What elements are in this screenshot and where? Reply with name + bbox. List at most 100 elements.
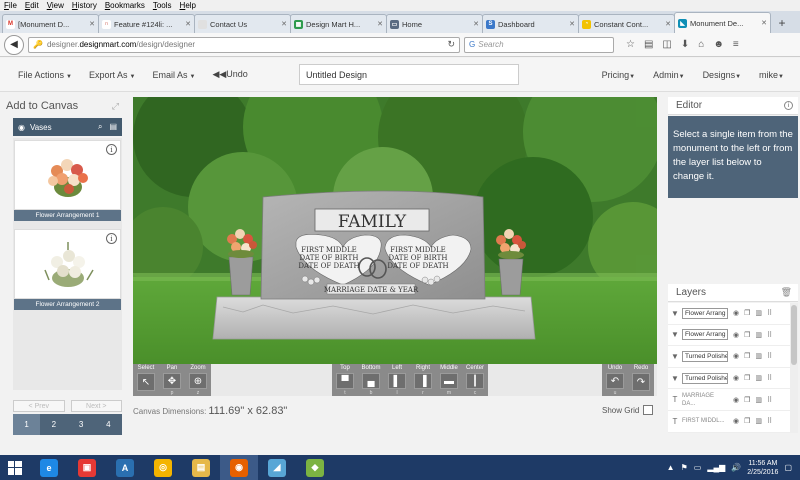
menu-designs[interactable]: Designs▼ xyxy=(703,70,741,80)
tool-bottom-button[interactable]: Bottom ▄ b xyxy=(358,364,384,396)
menu-file-actions[interactable]: File Actions ▼ xyxy=(18,70,72,80)
drag-handle-icon[interactable]: ⠿ xyxy=(767,417,772,425)
browser-tab[interactable]: ▭ Home ✕ xyxy=(386,14,483,33)
layer-name[interactable]: Turned Polishe xyxy=(682,350,728,362)
show-grid-toggle[interactable]: Show Grid xyxy=(602,405,654,415)
delete-trash-icon[interactable]: ▥ xyxy=(755,309,762,317)
layer-row[interactable]: T MARRIAGE DA... ◉ ❐ ▥ ⠿ xyxy=(668,389,790,411)
search-input[interactable]: G Search xyxy=(464,36,614,53)
taskbar-file-explorer[interactable]: ▤ xyxy=(182,455,220,480)
visibility-eye-icon[interactable]: ◉ xyxy=(733,396,739,404)
drag-handle-icon[interactable]: ⠿ xyxy=(767,396,772,404)
duplicate-icon[interactable]: ❐ xyxy=(744,417,750,425)
duplicate-icon[interactable]: ❐ xyxy=(744,352,750,360)
layer-name[interactable]: Flower Arrang xyxy=(682,307,728,319)
tool-left-button[interactable]: Left ▌ l xyxy=(384,364,410,396)
category-back-icon[interactable]: ◉ xyxy=(18,123,25,132)
back-button[interactable]: ◀ xyxy=(4,34,24,55)
site-identity-icon[interactable]: 🔑 xyxy=(33,40,43,49)
monument-base[interactable] xyxy=(212,296,536,340)
layer-row[interactable]: ▼ Flower Arrang ◉ ❐ ▥ ⠿ xyxy=(668,303,790,325)
visibility-eye-icon[interactable]: ◉ xyxy=(733,309,739,317)
menubar-item-edit[interactable]: Edit xyxy=(25,1,39,10)
pocket-icon[interactable]: ◫ xyxy=(662,39,671,50)
visibility-eye-icon[interactable]: ◉ xyxy=(733,374,739,382)
page-button[interactable]: 4 xyxy=(95,414,122,435)
duplicate-icon[interactable]: ❐ xyxy=(744,309,750,317)
delete-trash-icon[interactable]: ▥ xyxy=(755,331,762,339)
network-icon[interactable]: ▂▄▆ xyxy=(707,463,725,472)
duplicate-icon[interactable]: ❐ xyxy=(744,331,750,339)
menubar-item-tools[interactable]: Tools xyxy=(153,1,172,10)
layer-row[interactable]: ▼ Flower Arrang ◉ ❐ ▥ ⠿ xyxy=(668,325,790,347)
layer-row[interactable]: ▼ Turned Polishe ◉ ❐ ▥ ⠿ xyxy=(668,368,790,390)
browser-tab[interactable]: M [Monument D... ✕ xyxy=(2,14,99,33)
tab-close-icon[interactable]: ✕ xyxy=(761,19,767,27)
taskbar-chrome[interactable]: ◎ xyxy=(144,455,182,480)
item-thumbnail-flower-2[interactable]: i xyxy=(14,229,121,299)
delete-trash-icon[interactable]: ▥ xyxy=(755,417,762,425)
menubar-item-bookmarks[interactable]: Bookmarks xyxy=(105,1,145,10)
drag-handle-icon[interactable]: ⠿ xyxy=(767,352,772,360)
page-button[interactable]: 3 xyxy=(68,414,95,435)
delete-trash-icon[interactable]: ▥ xyxy=(755,374,762,382)
notification-icon[interactable]: ▢ xyxy=(784,463,792,472)
drag-handle-icon[interactable]: ⠿ xyxy=(767,374,772,382)
info-icon[interactable]: i xyxy=(784,101,793,110)
expand-icon[interactable]: ⤢ xyxy=(112,101,119,112)
visibility-eye-icon[interactable]: ◉ xyxy=(733,417,739,425)
drag-handle-icon[interactable]: ⠿ xyxy=(767,309,772,317)
tool-top-button[interactable]: Top ▀ t xyxy=(332,364,358,396)
tab-close-icon[interactable]: ✕ xyxy=(185,20,191,28)
home-icon[interactable]: ⌂ xyxy=(698,39,704,50)
browser-tab[interactable]: ◣ Monument De... ✕ xyxy=(674,12,771,33)
clock[interactable]: 11:56 AM 2/25/2016 xyxy=(747,459,778,477)
download-icon[interactable]: ⬇ xyxy=(681,39,689,50)
reading-list-icon[interactable]: ▤ xyxy=(644,39,653,50)
taskbar-internet-explorer[interactable]: e xyxy=(30,455,68,480)
taskbar-launcher[interactable]: ◆ xyxy=(296,455,334,480)
menu-admin[interactable]: Admin▼ xyxy=(653,70,684,80)
layer-list-scrollbar[interactable] xyxy=(790,303,798,433)
flag-icon[interactable]: ⚑ xyxy=(681,463,688,472)
delete-all-icon[interactable]: 🗑 xyxy=(781,287,792,298)
url-bar[interactable]: 🔑 designer.designmart.com/design/designe… xyxy=(28,36,460,53)
item-info-icon[interactable]: i xyxy=(106,233,117,244)
tool-redo-button[interactable]: Redo ↷ xyxy=(628,364,654,396)
tab-close-icon[interactable]: ✕ xyxy=(665,20,671,28)
page-button[interactable]: 1 xyxy=(13,414,41,435)
drag-handle-icon[interactable]: ⠿ xyxy=(767,331,772,339)
tool-pan-button[interactable]: Pan ✥ p xyxy=(159,364,185,396)
hamburger-menu-icon[interactable]: ≡ xyxy=(733,39,739,50)
duplicate-icon[interactable]: ❐ xyxy=(744,396,750,404)
tab-close-icon[interactable]: ✕ xyxy=(569,20,575,28)
tab-close-icon[interactable]: ✕ xyxy=(473,20,479,28)
tool-undo-button[interactable]: Undo ↶ u xyxy=(602,364,628,396)
taskbar-paint[interactable]: ◢ xyxy=(258,455,296,480)
menu-export-as[interactable]: Export As ▼ xyxy=(89,70,135,80)
visibility-eye-icon[interactable]: ◉ xyxy=(733,331,739,339)
layer-row[interactable]: ▼ Turned Polishe ◉ ❐ ▥ ⠿ xyxy=(668,346,790,368)
browser-tab[interactable]: Contact Us ✕ xyxy=(194,14,291,33)
menu-email-as[interactable]: Email As ▼ xyxy=(152,70,195,80)
menu-user[interactable]: mike▼ xyxy=(759,70,784,80)
taskbar-a-app[interactable]: A xyxy=(106,455,144,480)
item-info-icon[interactable]: i xyxy=(106,144,117,155)
prev-page-button[interactable]: < Prev xyxy=(13,400,65,412)
tab-close-icon[interactable]: ✕ xyxy=(377,20,383,28)
volume-icon[interactable]: 🔊 xyxy=(731,463,741,472)
tool-right-button[interactable]: Right ▐ r xyxy=(410,364,436,396)
layer-name[interactable]: Flower Arrang xyxy=(682,329,728,341)
bookmark-star-icon[interactable]: ☆ xyxy=(626,39,635,50)
taskbar-firefox[interactable]: ◉ xyxy=(220,455,258,480)
browser-tab[interactable]: ▦ Design Mart H... ✕ xyxy=(290,14,387,33)
list-view-icon[interactable]: ▤ xyxy=(109,122,117,132)
menubar-item-view[interactable]: View xyxy=(47,1,64,10)
browser-tab[interactable]: ∩ Feature #124li: ... ✕ xyxy=(98,14,195,33)
start-button[interactable] xyxy=(0,455,30,480)
tray-up-arrow-icon[interactable]: ▲ xyxy=(667,463,675,472)
taskbar-toolbox[interactable]: ▣ xyxy=(68,455,106,480)
delete-trash-icon[interactable]: ▥ xyxy=(755,352,762,360)
account-icon[interactable]: ☻ xyxy=(713,39,724,50)
search-icon[interactable]: ⌕ xyxy=(98,122,102,132)
